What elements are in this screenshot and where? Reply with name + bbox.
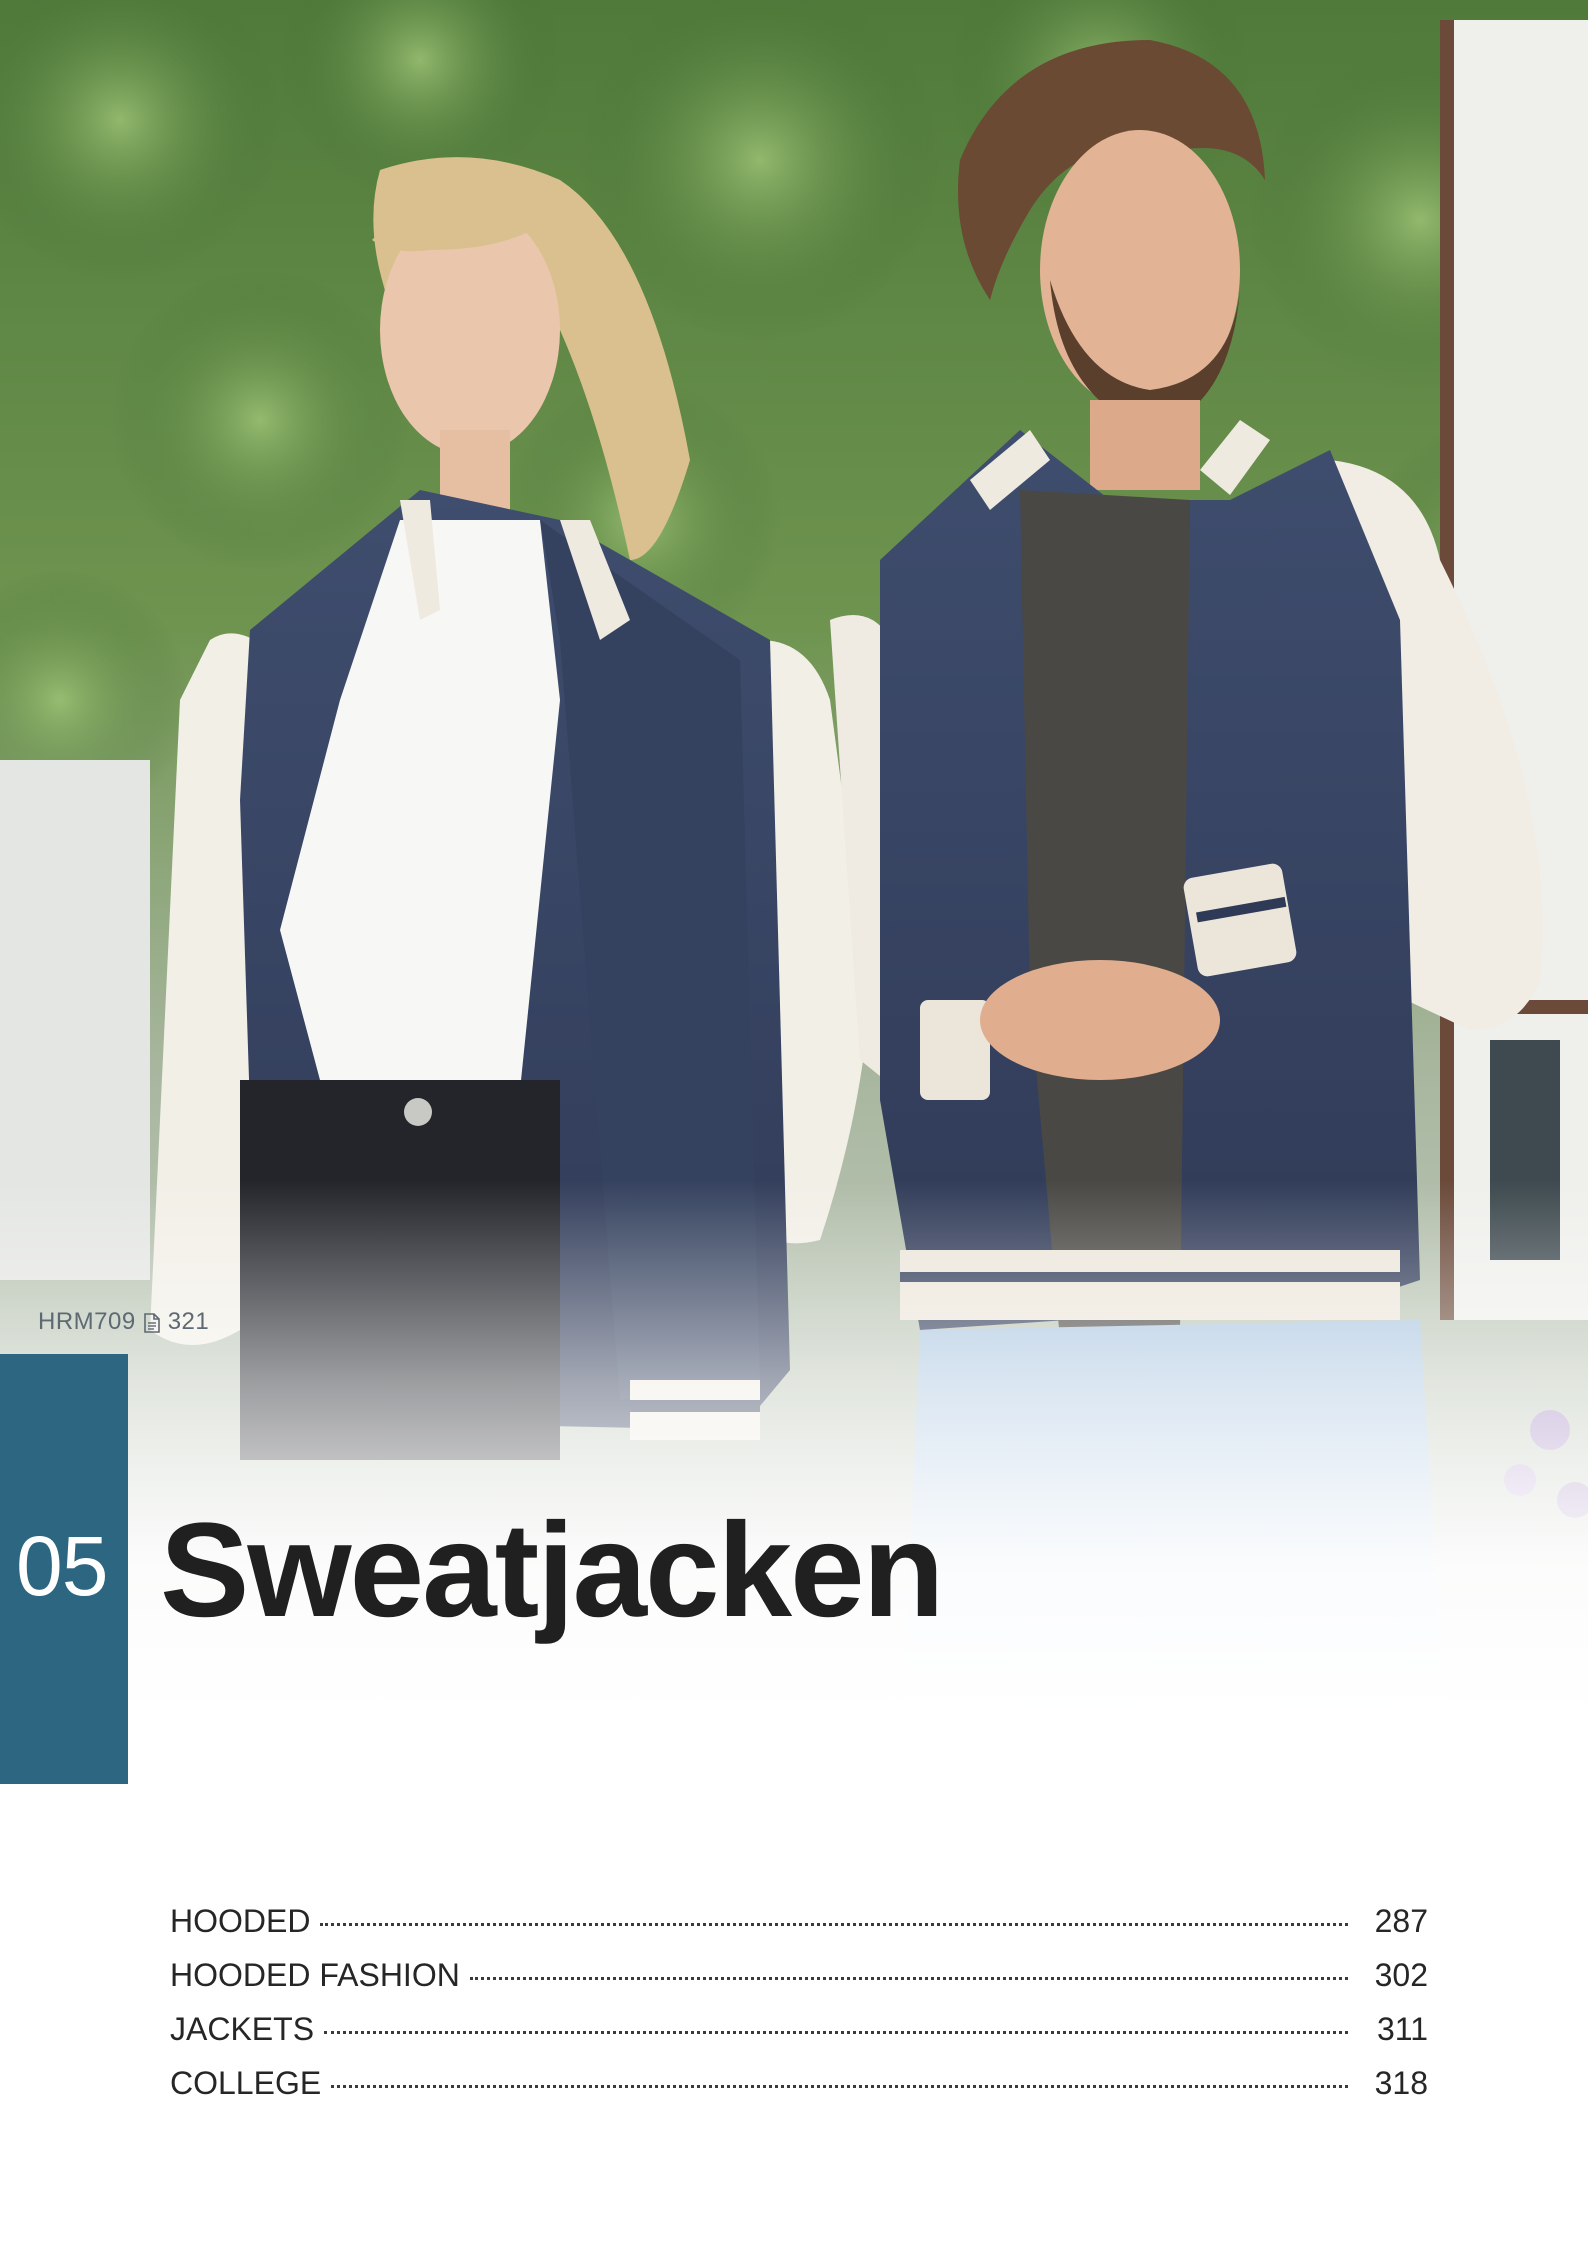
dot-leader: [469, 1977, 1348, 1980]
toc-entry-page: 311: [1376, 2011, 1428, 2047]
chapter-number: 05: [16, 1519, 108, 1613]
table-of-contents: HOODED 287 HOODED FASHION 302 JACKETS 31…: [170, 1903, 1428, 2119]
toc-entry-hooded-fashion[interactable]: HOODED FASHION 302: [170, 1957, 1428, 2011]
toc-entry-page: 302: [1374, 1957, 1428, 1993]
page-icon: [143, 1312, 160, 1333]
toc-entry-label: JACKETS: [170, 2011, 315, 2047]
chapter-title: Sweatjacken: [160, 1496, 944, 1645]
dot-leader: [324, 2031, 1348, 2034]
toc-entry-college[interactable]: COLLEGE 318: [170, 2065, 1428, 2119]
product-page-ref: 321: [167, 1308, 210, 1335]
photo-reference: HRM709 321: [38, 1308, 209, 1336]
toc-entry-hooded[interactable]: HOODED 287: [170, 1903, 1428, 1957]
toc-entry-label: HOODED: [170, 1903, 311, 1939]
toc-entry-jackets[interactable]: JACKETS 311: [170, 2011, 1428, 2065]
toc-entry-label: HOODED FASHION: [170, 1957, 460, 1993]
product-code: HRM709: [38, 1308, 136, 1335]
dot-leader: [320, 1923, 1348, 1926]
toc-entry-page: 318: [1374, 2065, 1428, 2101]
dot-leader: [331, 2085, 1348, 2088]
toc-entry-label: COLLEGE: [170, 2065, 322, 2101]
toc-entry-page: 287: [1374, 1903, 1428, 1939]
